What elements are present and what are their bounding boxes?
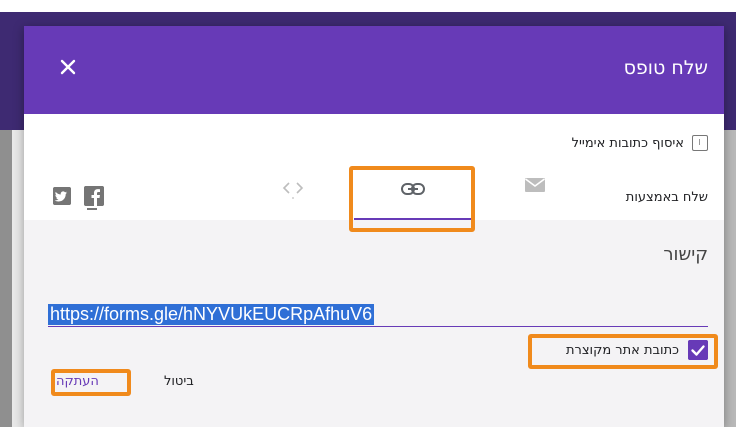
cancel-button[interactable]: ביטול [164,374,194,389]
background-left [0,130,12,427]
collect-emails-label: איסוף כתובות אימייל [571,135,684,151]
dialog-title: שלח טופס [623,57,708,79]
facebook-icon[interactable] [84,186,104,206]
email-icon[interactable] [524,176,546,194]
send-form-dialog: שלח טופס איסוף כתובות אימייל שלח באמצעות… [24,26,724,427]
collect-emails-checkbox[interactable] [692,135,708,151]
dialog-header: שלח טופס [24,26,724,114]
highlight-shorten-option [528,334,718,369]
twitter-icon[interactable] [53,187,71,205]
background-top [0,0,736,12]
highlight-link-tab [349,166,475,232]
collect-emails-option[interactable]: איסוף כתובות אימייל [572,133,708,153]
send-via-label: שלח באמצעות [625,190,708,205]
background-right [724,130,736,427]
link-url-underline [48,326,708,327]
embed-icon[interactable] [280,180,306,200]
link-section-title: קישור [663,244,708,265]
highlight-copy-button [51,369,131,396]
close-icon[interactable] [54,53,82,81]
facebook-indicator [87,208,97,210]
link-url-field[interactable]: https://forms.gle/hNYVUkEUCRpAfhuV6 [48,304,375,325]
